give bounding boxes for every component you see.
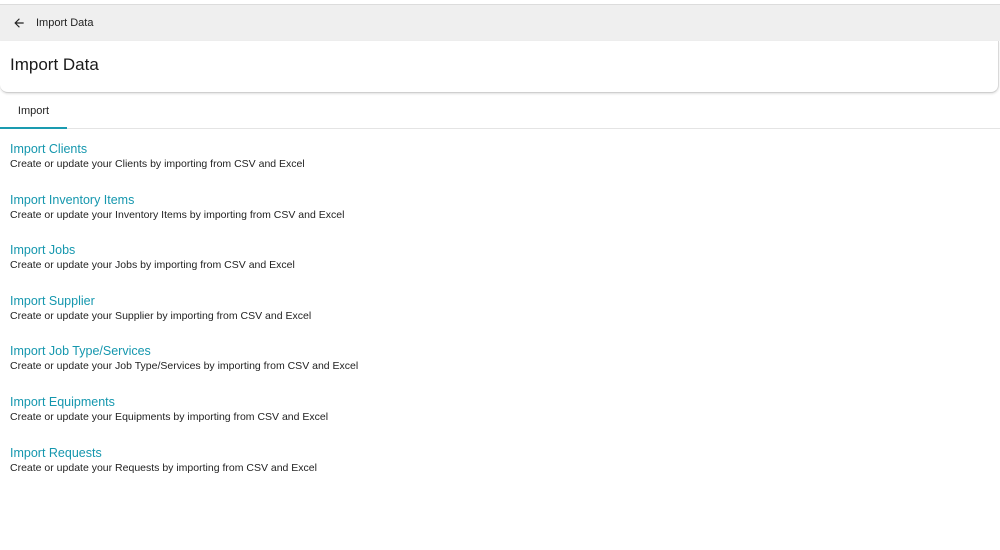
import-item-jobs: Import Jobs Create or update your Jobs b… bbox=[10, 242, 910, 293]
arrow-left-icon bbox=[14, 18, 24, 28]
import-item-supplier: Import Supplier Create or update your Su… bbox=[10, 293, 910, 344]
import-requests-description: Create or update your Requests by import… bbox=[10, 461, 317, 474]
import-jobs-link[interactable]: Import Jobs bbox=[10, 242, 910, 258]
tab-import-label: Import bbox=[17, 105, 50, 117]
active-tab-indicator bbox=[0, 127, 67, 129]
import-job-types-link[interactable]: Import Job Type/Services bbox=[10, 343, 910, 359]
import-item-clients: Import Clients Create or update your Cli… bbox=[10, 141, 910, 192]
back-button[interactable] bbox=[9, 13, 29, 33]
import-item-inventory: Import Inventory Items Create or update … bbox=[10, 192, 910, 243]
import-clients-description: Create or update your Clients by importi… bbox=[10, 158, 305, 170]
import-job-types-description: Create or update your Job Type/Services … bbox=[10, 360, 359, 373]
top-bar: Import Data bbox=[0, 4, 1000, 41]
import-jobs-description: Create or update your Jobs by importing … bbox=[10, 259, 295, 272]
import-list: Import Clients Create or update your Cli… bbox=[10, 141, 910, 495]
page-header: Import Data bbox=[0, 41, 999, 93]
import-equipments-description: Create or update your Equipments by impo… bbox=[10, 410, 329, 423]
page-title: Import Data bbox=[10, 55, 99, 74]
import-item-equipments: Import Equipments Create or update your … bbox=[10, 394, 910, 445]
import-item-requests: Import Requests Create or update your Re… bbox=[10, 445, 910, 496]
import-supplier-description: Create or update your Supplier by import… bbox=[10, 309, 312, 322]
import-requests-link[interactable]: Import Requests bbox=[10, 445, 910, 461]
import-item-job-types: Import Job Type/Services Create or updat… bbox=[10, 343, 910, 394]
tab-import[interactable]: Import bbox=[0, 94, 67, 129]
topbar-title: Import Data bbox=[36, 17, 94, 29]
import-supplier-link[interactable]: Import Supplier bbox=[10, 293, 910, 309]
import-inventory-items-description: Create or update your Inventory Items by… bbox=[10, 208, 345, 221]
import-equipments-link[interactable]: Import Equipments bbox=[10, 394, 910, 410]
import-inventory-items-link[interactable]: Import Inventory Items bbox=[10, 192, 910, 208]
import-clients-link[interactable]: Import Clients bbox=[10, 141, 910, 157]
tab-bar: Import bbox=[0, 94, 1000, 129]
